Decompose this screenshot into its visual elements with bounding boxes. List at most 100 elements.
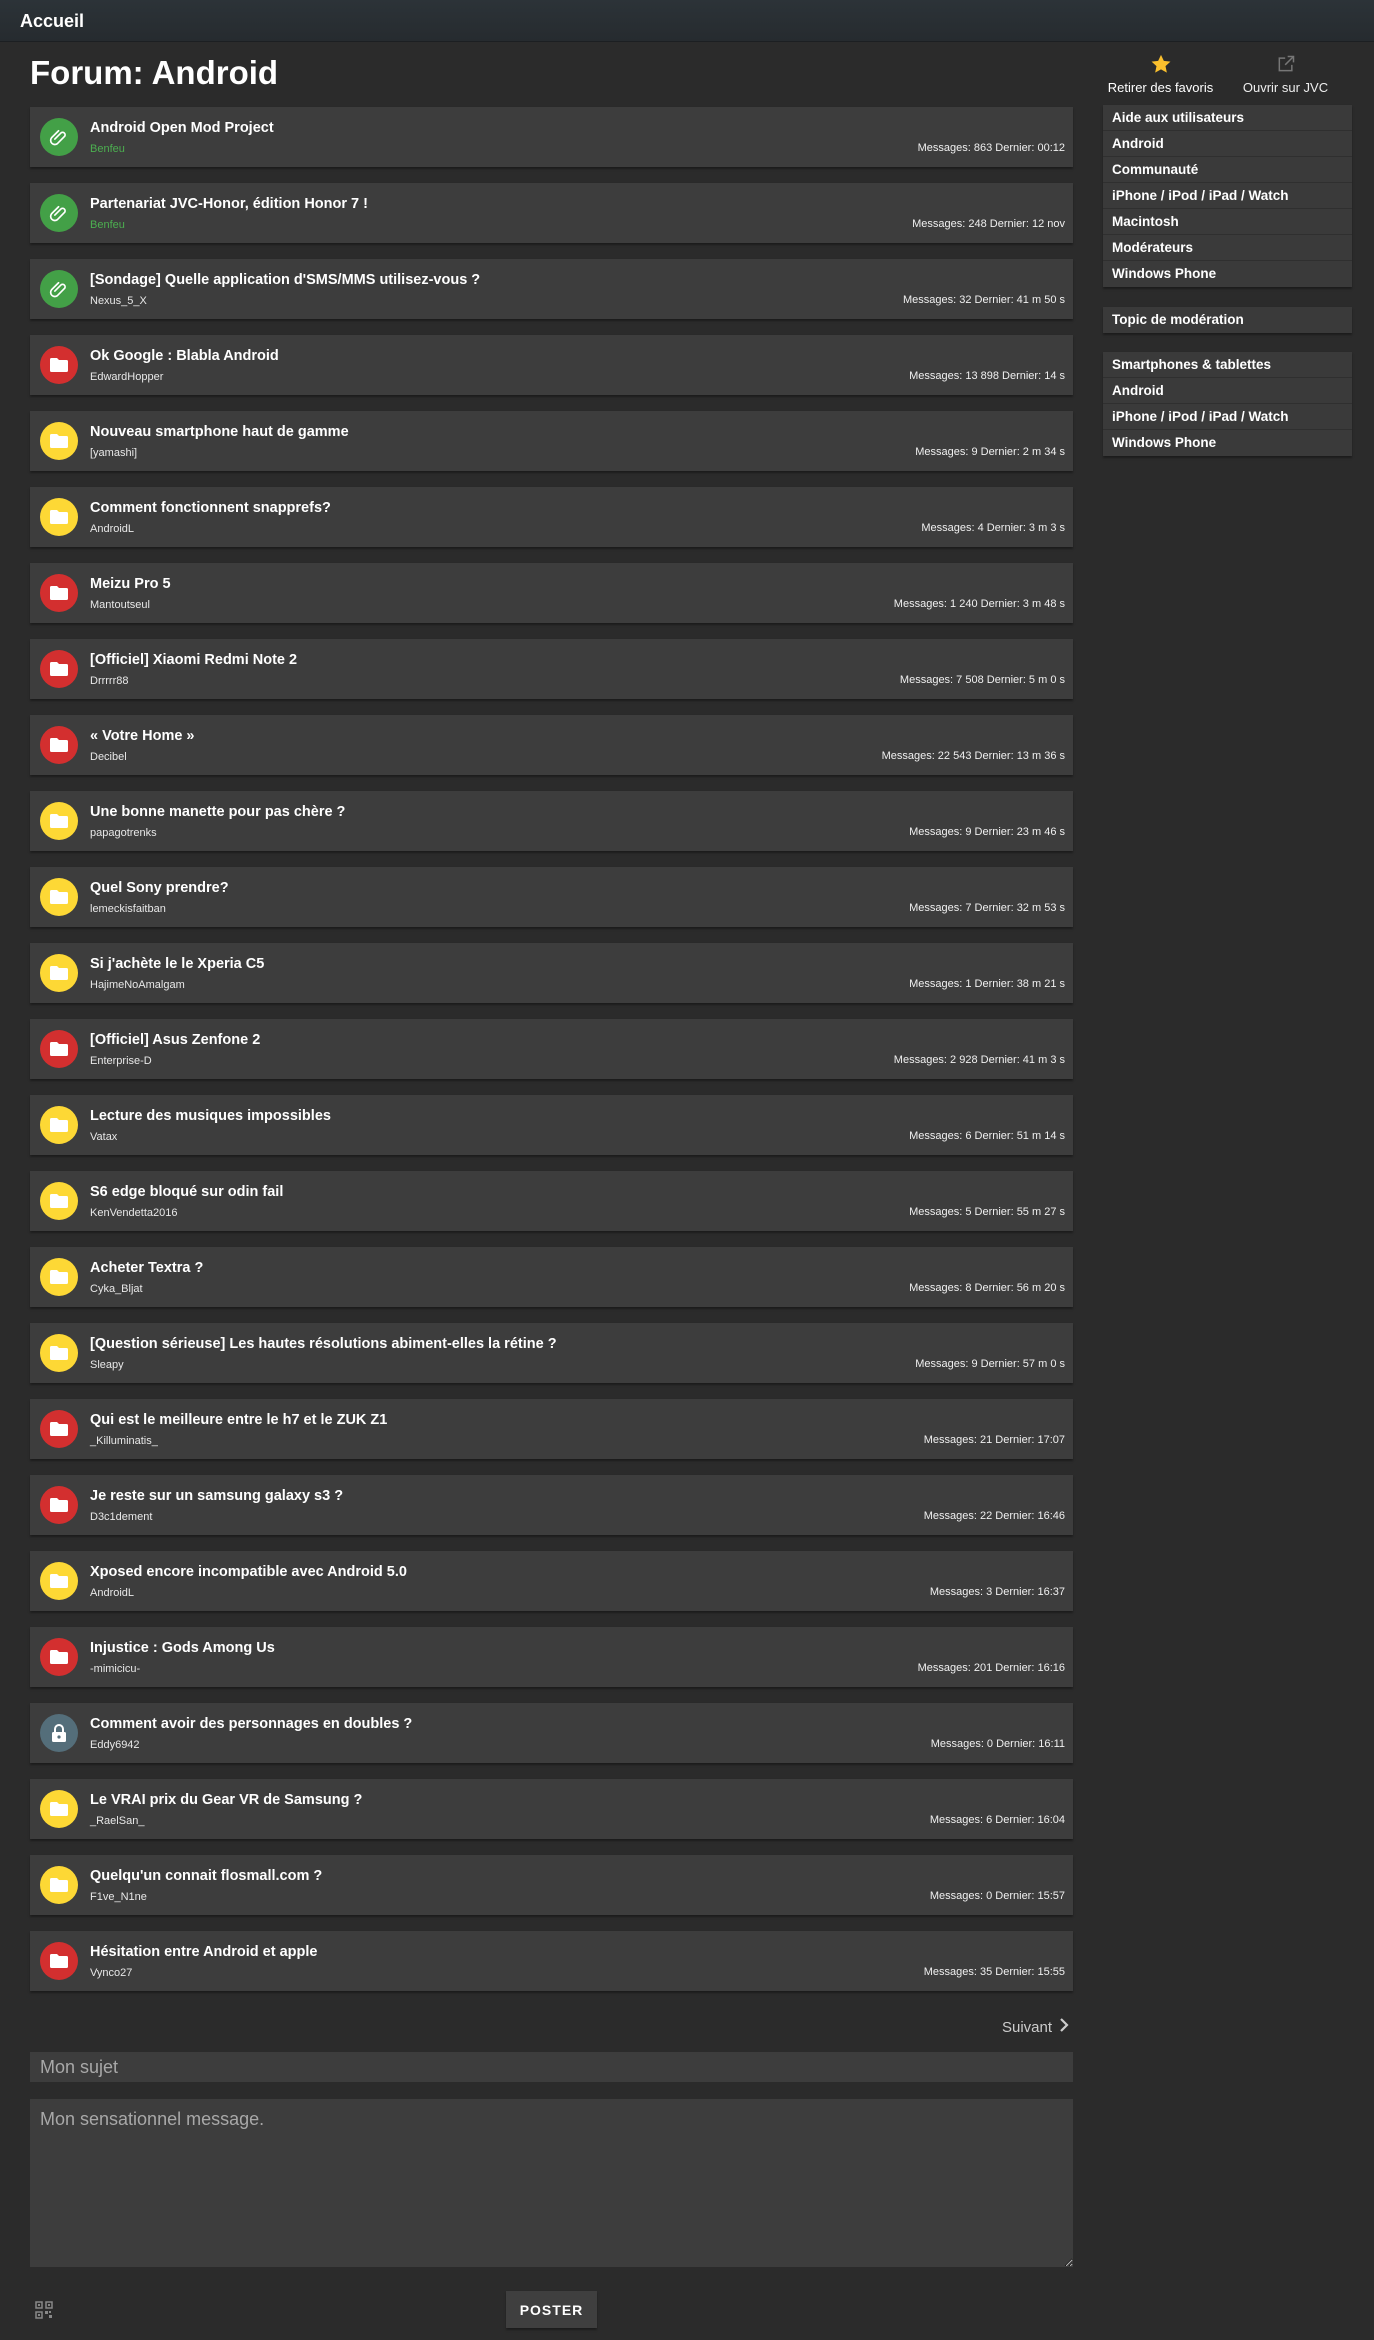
topic-title[interactable]: [Officiel] Xiaomi Redmi Note 2 (90, 652, 297, 668)
topic-row[interactable]: Nouveau smartphone haut de gamme [yamashi… (30, 411, 1073, 471)
topic-title[interactable]: Quelqu'un connait flosmall.com ? (90, 1868, 322, 1884)
topic-title[interactable]: Hésitation entre Android et apple (90, 1944, 317, 1960)
topic-title[interactable]: Le VRAI prix du Gear VR de Samsung ? (90, 1792, 362, 1808)
topic-author[interactable]: D3c1dement (90, 1511, 152, 1523)
topic-row[interactable]: Xposed encore incompatible avec Android … (30, 1551, 1073, 1611)
topic-row[interactable]: [Officiel] Asus Zenfone 2 Enterprise-D Mes… (30, 1019, 1073, 1079)
topic-title[interactable]: Si j'achète le le Xperia C5 (90, 956, 264, 972)
topic-author[interactable]: Benfeu (90, 219, 125, 231)
moderation-topic-link[interactable]: Topic de modération (1103, 307, 1352, 333)
topic-title[interactable]: Partenariat JVC-Honor, édition Honor 7 ! (90, 196, 368, 212)
paperclip-icon (40, 270, 78, 308)
subject-input[interactable] (30, 2052, 1073, 2082)
topic-title[interactable]: Une bonne manette pour pas chère ? (90, 804, 345, 820)
topic-row[interactable]: Ok Google : Blabla Android EdwardHopper Me… (30, 335, 1073, 395)
topic-title[interactable]: Ok Google : Blabla Android (90, 348, 279, 364)
folder-icon (40, 498, 78, 536)
topic-author[interactable]: Cyka_Bljat (90, 1283, 143, 1295)
sidebar-forum-link[interactable]: Android (1103, 131, 1352, 157)
topic-title[interactable]: Comment avoir des personnages en doubles… (90, 1716, 412, 1732)
topic-row[interactable]: Injustice : Gods Among Us -mimicicu- Messa… (30, 1627, 1073, 1687)
topic-row[interactable]: Android Open Mod Project Benfeu Messages: … (30, 107, 1073, 167)
topic-row[interactable]: [Question sérieuse] Les hautes résolutio… (30, 1323, 1073, 1383)
next-page-link[interactable]: Suivant (1002, 2018, 1070, 2036)
topic-author[interactable]: [yamashi] (90, 447, 137, 459)
topic-title[interactable]: Android Open Mod Project (90, 120, 274, 136)
sidebar-forum-link[interactable]: Aide aux utilisateurs (1103, 105, 1352, 131)
topic-row[interactable]: Comment avoir des personnages en doubles… (30, 1703, 1073, 1763)
topic-row[interactable]: Le VRAI prix du Gear VR de Samsung ? _Rae… (30, 1779, 1073, 1839)
topic-title[interactable]: Lecture des musiques impossibles (90, 1108, 331, 1124)
topic-title[interactable]: Qui est le meilleure entre le h7 et le Z… (90, 1412, 387, 1428)
topic-author[interactable]: EdwardHopper (90, 371, 163, 383)
topic-row[interactable]: Si j'achète le le Xperia C5 HajimeNoAmalg… (30, 943, 1073, 1003)
topic-row[interactable]: Une bonne manette pour pas chère ? papago… (30, 791, 1073, 851)
topic-meta: Messages: 0 Dernier: 15:57 (929, 1890, 1065, 1902)
topic-author[interactable]: Drrrrr88 (90, 675, 129, 687)
topic-title[interactable]: [Sondage] Quelle application d'SMS/MMS u… (90, 272, 480, 288)
sidebar-forum-link[interactable]: iPhone / iPod / iPad / Watch (1103, 183, 1352, 209)
topic-author[interactable]: KenVendetta2016 (90, 1207, 177, 1219)
topic-row[interactable]: Quel Sony prendre? lemeckisfaitban Message… (30, 867, 1073, 927)
qr-code-icon[interactable] (35, 2301, 53, 2319)
topic-author[interactable]: Nexus_5_X (90, 295, 147, 307)
topic-author[interactable]: _Killuminatis_ (90, 1435, 158, 1447)
topic-title[interactable]: [Officiel] Asus Zenfone 2 (90, 1032, 260, 1048)
topic-row[interactable]: Partenariat JVC-Honor, édition Honor 7 !… (30, 183, 1073, 243)
topic-author[interactable]: Vatax (90, 1131, 117, 1143)
related-forum-link[interactable]: iPhone / iPod / iPad / Watch (1103, 404, 1352, 430)
related-forum-link[interactable]: Windows Phone (1103, 430, 1352, 456)
topic-meta: Messages: 8 Dernier: 56 m 20 s (909, 1282, 1065, 1294)
folder-icon (40, 1790, 78, 1828)
topic-author[interactable]: F1ve_N1ne (90, 1891, 147, 1903)
topic-author[interactable]: Enterprise-D (90, 1055, 152, 1067)
topic-title[interactable]: Injustice : Gods Among Us (90, 1640, 275, 1656)
topic-title[interactable]: Quel Sony prendre? (90, 880, 229, 896)
topic-row[interactable]: Meizu Pro 5 Mantoutseul Messages: 1 240 De… (30, 563, 1073, 623)
topic-row[interactable]: [Officiel] Xiaomi Redmi Note 2 Drrrrr88 Me… (30, 639, 1073, 699)
topic-author[interactable]: Eddy6942 (90, 1739, 140, 1751)
related-forum-link[interactable]: Android (1103, 378, 1352, 404)
topic-author[interactable]: lemeckisfaitban (90, 903, 166, 915)
topic-title[interactable]: Je reste sur un samsung galaxy s3 ? (90, 1488, 343, 1504)
topic-author[interactable]: _RaelSan_ (90, 1815, 144, 1827)
topic-title[interactable]: Meizu Pro 5 (90, 576, 171, 592)
open-on-jvc-button[interactable]: Ouvrir sur JVC (1223, 52, 1348, 95)
topic-row[interactable]: Je reste sur un samsung galaxy s3 ? D3c1d… (30, 1475, 1073, 1535)
topic-title[interactable]: Xposed encore incompatible avec Android … (90, 1564, 407, 1580)
sidebar-forum-link[interactable]: Modérateurs (1103, 235, 1352, 261)
topic-meta: Messages: 863 Dernier: 00:12 (917, 142, 1065, 154)
topic-author[interactable]: AndroidL (90, 523, 134, 535)
topic-row[interactable]: Comment fonctionnent snapprefs? AndroidL M… (30, 487, 1073, 547)
topic-row[interactable]: Lecture des musiques impossibles Vatax Mes… (30, 1095, 1073, 1155)
message-textarea[interactable] (30, 2099, 1073, 2267)
topic-author[interactable]: Decibel (90, 751, 127, 763)
topic-row[interactable]: Hésitation entre Android et apple Vynco27… (30, 1931, 1073, 1991)
post-button[interactable]: POSTER (506, 2291, 597, 2328)
topic-author[interactable]: Sleapy (90, 1359, 124, 1371)
topic-title[interactable]: Acheter Textra ? (90, 1260, 203, 1276)
remove-favorite-button[interactable]: Retirer des favoris (1098, 52, 1223, 95)
sidebar-forum-link[interactable]: Communauté (1103, 157, 1352, 183)
home-link[interactable]: Accueil (20, 11, 84, 32)
topic-row[interactable]: S6 edge bloqué sur odin fail KenVendetta2… (30, 1171, 1073, 1231)
topic-author[interactable]: Benfeu (90, 143, 125, 155)
topic-row[interactable]: « Votre Home » Decibel Messages: 22 543 De… (30, 715, 1073, 775)
topic-author[interactable]: HajimeNoAmalgam (90, 979, 185, 991)
topic-title[interactable]: Nouveau smartphone haut de gamme (90, 424, 349, 440)
topic-row[interactable]: Qui est le meilleure entre le h7 et le Z… (30, 1399, 1073, 1459)
topic-author[interactable]: Mantoutseul (90, 599, 150, 611)
topic-row[interactable]: [Sondage] Quelle application d'SMS/MMS u… (30, 259, 1073, 319)
topic-row[interactable]: Quelqu'un connait flosmall.com ? F1ve_N1n… (30, 1855, 1073, 1915)
sidebar-forum-link[interactable]: Macintosh (1103, 209, 1352, 235)
topic-author[interactable]: AndroidL (90, 1587, 134, 1599)
topic-title[interactable]: « Votre Home » (90, 728, 195, 744)
sidebar-forum-link[interactable]: Windows Phone (1103, 261, 1352, 287)
topic-author[interactable]: -mimicicu- (90, 1663, 140, 1675)
topic-author[interactable]: Vynco27 (90, 1967, 132, 1979)
topic-title[interactable]: [Question sérieuse] Les hautes résolutio… (90, 1336, 557, 1352)
topic-title[interactable]: Comment fonctionnent snapprefs? (90, 500, 331, 516)
topic-row[interactable]: Acheter Textra ? Cyka_Bljat Messages: 8 De… (30, 1247, 1073, 1307)
topic-title[interactable]: S6 edge bloqué sur odin fail (90, 1184, 283, 1200)
topic-author[interactable]: papagotrenks (90, 827, 157, 839)
